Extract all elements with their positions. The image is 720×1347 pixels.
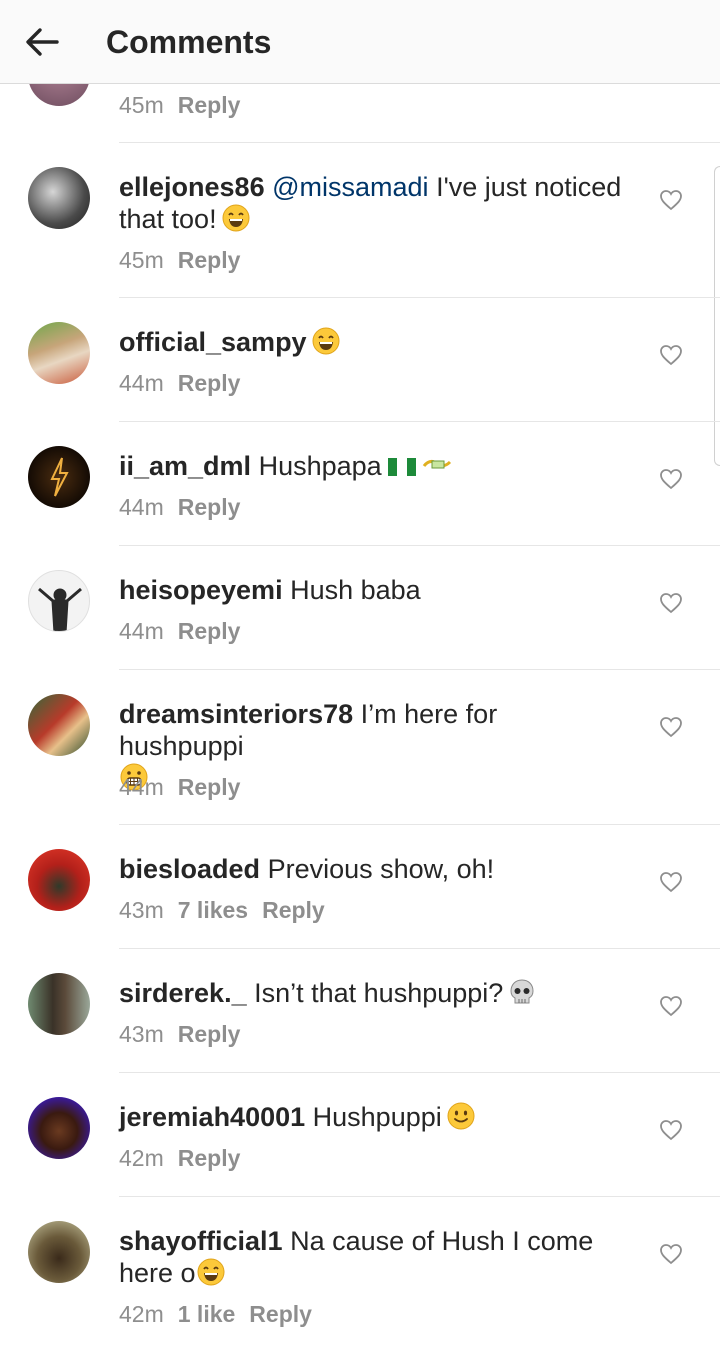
comment-text: sirderek._ Isn’t that hushpuppi? [119,977,629,1009]
comment-item: 45m Reply [0,44,720,143]
likes-count[interactable]: 1 like [178,1301,236,1327]
comment-meta: 42m Reply [119,1143,240,1173]
comment-username[interactable]: shayofficial1 [119,1226,283,1256]
comment-time: 42m [119,1145,164,1171]
comment-item: ellejones86 @missamadi I've just noticed… [0,143,720,298]
comment-text: heisopeyemi Hush baba [119,574,629,606]
comment-body: Hushpuppi [312,1102,442,1132]
laughing-emoji-icon [197,1258,225,1286]
comment-text: official_sampy [119,326,629,358]
heart-icon[interactable] [659,189,683,211]
top-bar: Comments [0,0,720,84]
comment-meta: 43m Reply [119,1019,240,1049]
flying-money-icon [422,459,451,469]
silhouette-icon [38,587,82,631]
laughing-emoji-icon [312,327,340,355]
avatar[interactable] [28,446,90,508]
comment-time: 44m [119,494,164,520]
comment-item: heisopeyemi Hush baba 44m Reply [0,546,720,670]
avatar[interactable] [28,694,90,756]
comment-body: Hushpapa [258,451,382,481]
comment-meta: 42m 1 like Reply [119,1299,312,1329]
comment-username[interactable]: ii_am_dml [119,451,251,481]
comment-body: Hush baba [290,575,421,605]
mention-link[interactable]: @missamadi [272,172,428,202]
arrow-left-icon [26,28,59,56]
comment-text: ii_am_dml Hushpapa [119,450,629,482]
avatar[interactable] [28,973,90,1035]
avatar[interactable] [28,849,90,911]
reply-button[interactable]: Reply [178,247,241,273]
reply-button[interactable]: Reply [178,494,241,520]
comment-meta: 43m 7 likes Reply [119,895,325,925]
comment-username[interactable]: ellejones86 [119,172,265,202]
comment-username[interactable]: biesloaded [119,854,260,884]
comment-time: 42m [119,1301,164,1327]
comment-item: ii_am_dml Hushpapa 44m Reply [0,422,720,546]
comment-meta: 44m Reply [119,772,240,802]
avatar[interactable] [28,322,90,384]
comment-meta: 45m Reply [119,90,240,120]
comment-time: 45m [119,247,164,273]
comment-text: ellejones86 @missamadi I've just noticed… [119,171,629,235]
reply-button[interactable]: Reply [249,1301,312,1327]
heart-icon[interactable] [659,871,683,893]
heart-icon[interactable] [659,1119,683,1141]
skull-emoji-icon [510,979,534,1004]
comment-username[interactable]: dreamsinteriors78 [119,699,353,729]
comment-username[interactable]: jeremiah40001 [119,1102,305,1132]
comment-time: 44m [119,618,164,644]
comment-item: biesloaded Previous show, oh! 43m 7 likes… [0,825,720,949]
comment-body: Previous show, oh! [267,854,495,884]
reply-button[interactable]: Reply [262,897,325,923]
comment-time: 44m [119,774,164,800]
heart-icon[interactable] [659,592,683,614]
page-title: Comments [106,24,272,60]
likes-count[interactable]: 7 likes [178,897,248,923]
reply-button[interactable]: Reply [178,774,241,800]
comment-body: Isn’t that hushpuppi? [254,978,504,1008]
comment-item: dreamsinteriors78 I’m here for hushpuppi… [0,670,720,825]
nigeria-flag-icon [387,458,416,476]
laughing-emoji-icon [222,204,250,232]
heart-icon[interactable] [659,716,683,738]
comment-time: 44m [119,370,164,396]
heart-icon[interactable] [659,1243,683,1265]
comment-text: biesloaded Previous show, oh! [119,853,629,885]
back-button[interactable] [22,22,62,62]
avatar[interactable] [28,1097,90,1159]
lightning-icon [50,457,69,497]
avatar[interactable] [28,570,90,632]
avatar[interactable] [28,167,90,229]
comment-text: jeremiah40001 Hushpuppi [119,1101,629,1133]
reply-button[interactable]: Reply [178,370,241,396]
smiling-emoji-icon [447,1102,475,1130]
comment-username[interactable]: official_sampy [119,327,307,357]
comment-time: 45m [119,92,164,118]
comment-meta: 45m Reply [119,245,240,275]
comment-text: shayofficial1 Na cause of Hush I come he… [119,1225,629,1289]
comment-username[interactable]: heisopeyemi [119,575,283,605]
comment-item: sirderek._ Isn’t that hushpuppi? 43m Repl… [0,949,720,1073]
reply-button[interactable]: Reply [178,618,241,644]
heart-icon[interactable] [659,995,683,1017]
comment-item: shayofficial1 Na cause of Hush I come he… [0,1197,720,1347]
heart-icon[interactable] [659,344,683,366]
heart-icon[interactable] [659,468,683,490]
reply-button[interactable]: Reply [178,92,241,118]
avatar[interactable] [28,1221,90,1283]
comment-time: 43m [119,1021,164,1047]
comment-meta: 44m Reply [119,368,240,398]
reply-button[interactable]: Reply [178,1021,241,1047]
comment-meta: 44m Reply [119,492,240,522]
reply-button[interactable]: Reply [178,1145,241,1171]
comment-time: 43m [119,897,164,923]
comment-item: jeremiah40001 Hushpuppi 42m Reply [0,1073,720,1197]
comment-meta: 44m Reply [119,616,240,646]
comment-item: official_sampy 44m Reply [0,298,720,422]
comment-username[interactable]: sirderek._ [119,978,247,1008]
